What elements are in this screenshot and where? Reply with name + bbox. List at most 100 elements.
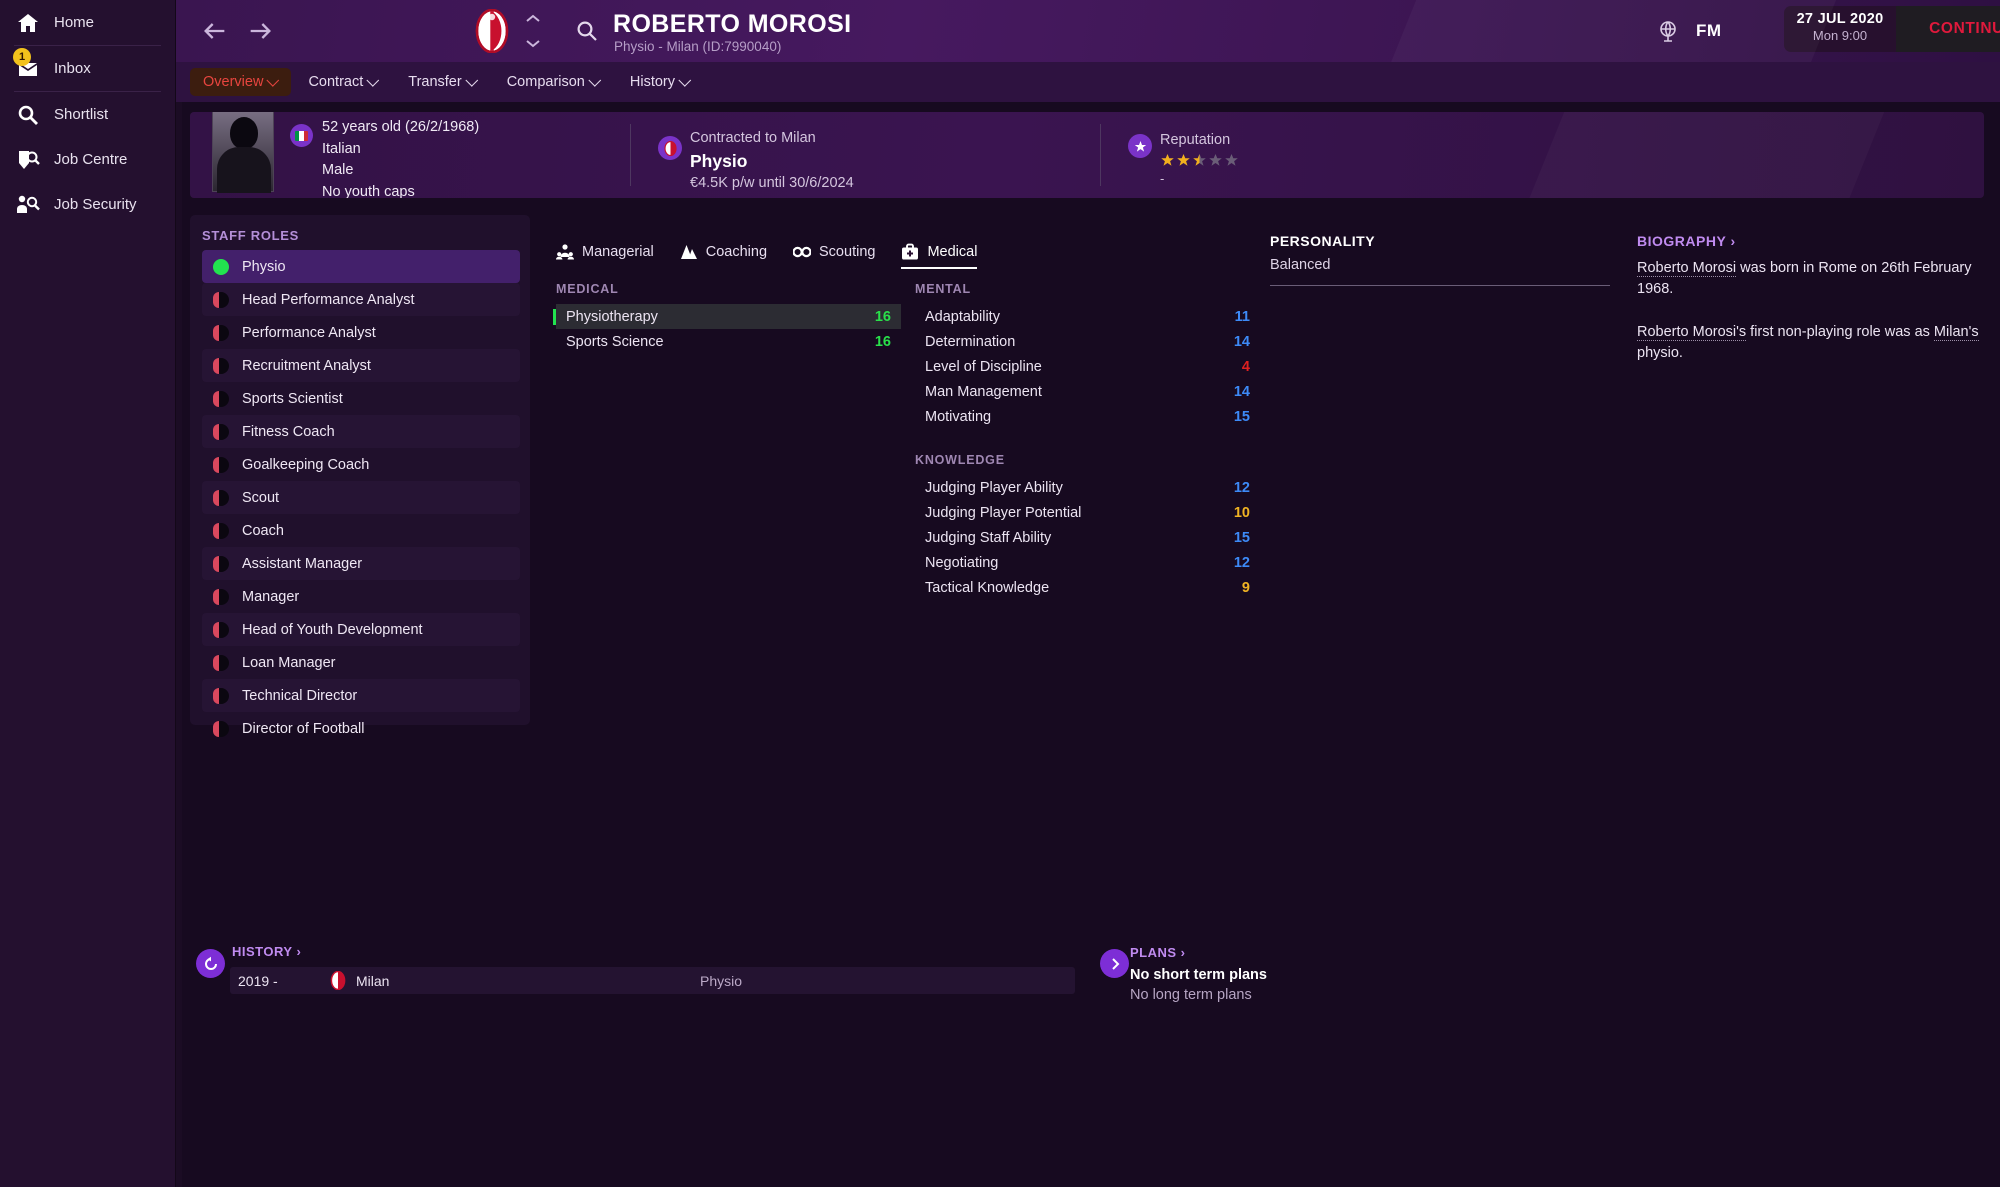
staff-role-label: Assistant Manager — [242, 555, 363, 572]
detail-age: 52 years old (26/2/1968) — [322, 119, 480, 135]
attribute-row[interactable]: Negotiating 12 — [915, 550, 1260, 575]
tab-medical-label: Medical — [927, 244, 978, 260]
sidebar-item-job-centre[interactable]: Job Centre — [0, 137, 175, 182]
biography-paragraph-1: Roberto Morosi was born in Rome on 26th … — [1637, 258, 1982, 300]
staff-role-item[interactable]: Head Performance Analyst — [202, 283, 520, 316]
attribute-row[interactable]: Judging Player Potential 10 — [915, 500, 1260, 525]
plans-short-term: No short term plans — [1130, 967, 1267, 983]
status-dot-unqualified — [213, 324, 229, 341]
staff-role-item[interactable]: Head of Youth Development — [202, 613, 520, 646]
tab-comparison-label: Comparison — [506, 74, 585, 90]
status-dot-unqualified — [213, 654, 229, 671]
staff-role-label: Loan Manager — [242, 654, 336, 671]
attribute-row[interactable]: Judging Player Ability 12 — [915, 475, 1260, 500]
tab-history[interactable]: History — [617, 68, 703, 96]
personality-panel: PERSONALITY Balanced — [1270, 233, 1610, 286]
detail-caps: No youth caps — [322, 183, 415, 199]
sidebar-item-job-security[interactable]: Job Security — [0, 182, 175, 227]
mental-group-title: MENTAL — [915, 282, 971, 296]
club-switcher[interactable] — [524, 14, 542, 48]
sidebar-item-inbox[interactable]: 1 Inbox — [0, 46, 175, 91]
detail-nationality: Italian — [322, 140, 361, 157]
tab-managerial[interactable]: Managerial — [556, 243, 654, 269]
attribute-row[interactable]: Judging Staff Ability 15 — [915, 525, 1260, 550]
staff-role-item[interactable]: Coach — [202, 514, 520, 547]
contract-club-icon — [658, 136, 682, 160]
attribute-name: Negotiating — [925, 554, 999, 571]
sidebar-item-home[interactable]: Home — [0, 0, 175, 45]
bio-name-1: Roberto Morosi — [1637, 260, 1737, 277]
attribute-name: Physiotherapy — [553, 308, 875, 325]
attribute-value: 14 — [1233, 333, 1250, 350]
staff-role-label: Coach — [242, 522, 284, 539]
plans-title[interactable]: PLANS › — [1130, 945, 1267, 960]
ac-milan-crest-icon[interactable] — [472, 8, 512, 54]
history-role: Physio — [700, 972, 743, 989]
tab-overview[interactable]: Overview — [190, 68, 292, 96]
ac-milan-crest-icon — [330, 971, 346, 990]
star-3-half — [1192, 153, 1207, 168]
attribute-row[interactable]: Level of Discipline 4 — [915, 354, 1260, 379]
forward-arrow-icon[interactable] — [246, 17, 274, 45]
status-dot-unqualified — [213, 456, 229, 473]
reputation-label: Reputation — [1160, 132, 1231, 148]
tab-medical[interactable]: Medical — [901, 243, 977, 269]
sidebar-item-shortlist[interactable]: Shortlist — [0, 92, 175, 137]
attribute-value: 10 — [1233, 504, 1250, 521]
attribute-row[interactable]: Sports Science 16 — [556, 329, 901, 354]
status-dot-unqualified — [213, 390, 229, 407]
tab-scouting[interactable]: Scouting — [793, 243, 875, 269]
top-bar: ROBERTO MOROSI Physio - Milan (ID:799004… — [176, 0, 2000, 62]
person-group-icon — [556, 244, 574, 260]
attribute-row[interactable]: Determination 14 — [915, 329, 1260, 354]
staff-role-item[interactable]: Assistant Manager — [202, 547, 520, 580]
attribute-name: Determination — [925, 333, 1016, 350]
table-row[interactable]: 2019 - Milan Physio — [230, 967, 1075, 994]
status-dot-unqualified — [213, 522, 229, 539]
staff-role-item[interactable]: Manager — [202, 580, 520, 613]
status-dot-unqualified — [213, 357, 229, 374]
staff-role-item[interactable]: Sports Scientist — [202, 382, 520, 415]
status-dot-unqualified — [213, 720, 229, 737]
history-club: Milan — [330, 971, 700, 990]
staff-role-item[interactable]: Director of Football — [202, 712, 520, 745]
staff-role-item[interactable]: Technical Director — [202, 679, 520, 712]
tab-contract[interactable]: Contract — [295, 68, 391, 96]
tab-overview-label: Overview — [203, 74, 264, 90]
plans-icon — [1100, 949, 1129, 978]
back-arrow-icon[interactable] — [201, 17, 229, 45]
content-edge-strip — [176, 0, 182, 1187]
personality-value: Balanced — [1270, 257, 1331, 273]
staff-role-label: Head of Youth Development — [242, 621, 423, 638]
staff-role-item[interactable]: Fitness Coach — [202, 415, 520, 448]
staff-role-item[interactable]: Goalkeeping Coach — [202, 448, 520, 481]
chevron-right-icon: › — [1730, 233, 1736, 249]
tab-comparison[interactable]: Comparison — [494, 68, 613, 96]
biography-title-label: BIOGRAPHY — [1637, 233, 1727, 249]
biography-panel: BIOGRAPHY › Roberto Morosi was born in R… — [1637, 233, 1982, 364]
staff-role-label: Scout — [242, 489, 280, 506]
attribute-row[interactable]: Motivating 15 — [915, 404, 1260, 429]
biography-title[interactable]: BIOGRAPHY › — [1637, 233, 1982, 249]
globe-icon[interactable] — [1656, 20, 1680, 44]
chevron-down-icon — [588, 73, 602, 87]
job-centre-icon — [14, 146, 41, 173]
staff-role-item[interactable]: Physio — [202, 250, 520, 283]
attribute-row[interactable]: Man Management 14 — [915, 379, 1260, 404]
info-divider-1 — [630, 124, 631, 186]
staff-role-item[interactable]: Performance Analyst — [202, 316, 520, 349]
attribute-row[interactable]: Adaptability 11 — [915, 304, 1260, 329]
attribute-category-tabs: Managerial Coaching Scouting Medical — [556, 243, 977, 269]
tab-transfer[interactable]: Transfer — [395, 68, 489, 96]
tab-coaching[interactable]: Coaching — [680, 243, 767, 269]
chevron-down-icon — [678, 73, 692, 87]
staff-role-item[interactable]: Recruitment Analyst — [202, 349, 520, 382]
attribute-row[interactable]: Tactical Knowledge 9 — [915, 575, 1260, 600]
staff-role-item[interactable]: Loan Manager — [202, 646, 520, 679]
magnifier-icon[interactable] — [576, 20, 598, 42]
attribute-row[interactable]: Physiotherapy 16 — [553, 304, 901, 329]
history-title[interactable]: HISTORY › — [232, 944, 301, 959]
staff-roles-panel: STAFF ROLES Physio Head Performance Analy… — [190, 215, 530, 737]
staff-role-item[interactable]: Scout — [202, 481, 520, 514]
continue-button[interactable]: CONTINUE — [1896, 6, 2000, 52]
